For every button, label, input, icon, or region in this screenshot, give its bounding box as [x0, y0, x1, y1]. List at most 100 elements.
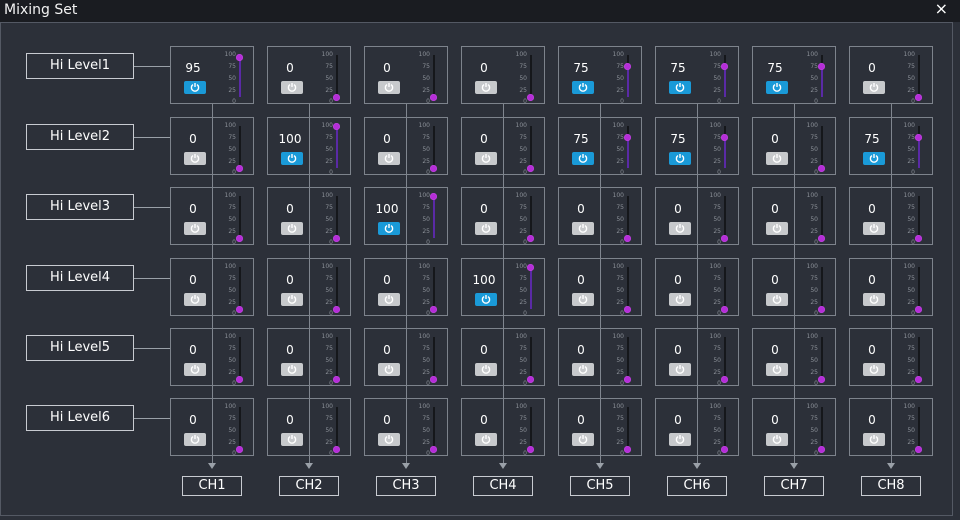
- slider-knob[interactable]: [430, 446, 437, 453]
- level-slider[interactable]: [915, 337, 922, 383]
- slider-knob[interactable]: [430, 94, 437, 101]
- power-button[interactable]: [863, 222, 885, 235]
- slider-knob[interactable]: [430, 165, 437, 172]
- slider-knob[interactable]: [527, 264, 534, 271]
- slider-knob[interactable]: [333, 235, 340, 242]
- power-button[interactable]: [281, 433, 303, 446]
- slider-knob[interactable]: [721, 306, 728, 313]
- level-slider[interactable]: [721, 267, 728, 313]
- slider-knob[interactable]: [333, 306, 340, 313]
- row-label-hi-level5[interactable]: Hi Level5: [26, 335, 134, 361]
- power-button[interactable]: [184, 152, 206, 165]
- power-button[interactable]: [766, 81, 788, 94]
- slider-knob[interactable]: [721, 133, 728, 141]
- slider-knob[interactable]: [721, 376, 728, 383]
- slider-knob[interactable]: [430, 306, 437, 313]
- power-button[interactable]: [863, 363, 885, 376]
- level-slider[interactable]: [818, 126, 825, 172]
- level-slider[interactable]: [624, 407, 631, 453]
- slider-knob[interactable]: [915, 306, 922, 313]
- level-slider[interactable]: [818, 337, 825, 383]
- power-button[interactable]: [281, 222, 303, 235]
- power-button[interactable]: [378, 433, 400, 446]
- slider-knob[interactable]: [527, 376, 534, 383]
- level-slider[interactable]: [236, 407, 243, 453]
- level-slider[interactable]: [818, 55, 825, 97]
- power-button[interactable]: [572, 152, 594, 165]
- slider-knob[interactable]: [818, 306, 825, 313]
- level-slider[interactable]: [624, 337, 631, 383]
- level-slider[interactable]: [527, 407, 534, 453]
- slider-knob[interactable]: [915, 94, 922, 101]
- row-label-hi-level4[interactable]: Hi Level4: [26, 265, 134, 291]
- slider-knob[interactable]: [915, 376, 922, 383]
- slider-knob[interactable]: [915, 133, 922, 141]
- level-slider[interactable]: [333, 123, 340, 168]
- slider-knob[interactable]: [236, 235, 243, 242]
- power-button[interactable]: [669, 152, 691, 165]
- level-slider[interactable]: [333, 196, 340, 242]
- slider-knob[interactable]: [333, 94, 340, 101]
- slider-knob[interactable]: [818, 62, 825, 70]
- level-slider[interactable]: [430, 126, 437, 172]
- slider-knob[interactable]: [915, 446, 922, 453]
- level-slider[interactable]: [430, 193, 437, 238]
- slider-knob[interactable]: [527, 165, 534, 172]
- power-button[interactable]: [572, 363, 594, 376]
- power-button[interactable]: [766, 293, 788, 306]
- slider-knob[interactable]: [624, 235, 631, 242]
- level-slider[interactable]: [624, 55, 631, 97]
- level-slider[interactable]: [430, 267, 437, 313]
- level-slider[interactable]: [236, 126, 243, 172]
- power-button[interactable]: [378, 81, 400, 94]
- power-button[interactable]: [378, 152, 400, 165]
- level-slider[interactable]: [818, 196, 825, 242]
- level-slider[interactable]: [721, 126, 728, 168]
- slider-knob[interactable]: [624, 446, 631, 453]
- level-slider[interactable]: [236, 196, 243, 242]
- level-slider[interactable]: [430, 55, 437, 101]
- power-button[interactable]: [184, 433, 206, 446]
- slider-knob[interactable]: [236, 165, 243, 172]
- power-button[interactable]: [572, 293, 594, 306]
- level-slider[interactable]: [236, 54, 243, 97]
- slider-knob[interactable]: [333, 376, 340, 383]
- power-button[interactable]: [669, 363, 691, 376]
- slider-knob[interactable]: [333, 446, 340, 453]
- power-button[interactable]: [669, 222, 691, 235]
- level-slider[interactable]: [236, 267, 243, 313]
- slider-knob[interactable]: [430, 376, 437, 383]
- slider-knob[interactable]: [236, 306, 243, 313]
- level-slider[interactable]: [333, 407, 340, 453]
- power-button[interactable]: [184, 222, 206, 235]
- power-button[interactable]: [475, 293, 497, 306]
- slider-knob[interactable]: [818, 165, 825, 172]
- power-button[interactable]: [184, 81, 206, 94]
- slider-knob[interactable]: [527, 446, 534, 453]
- level-slider[interactable]: [624, 126, 631, 168]
- power-button[interactable]: [378, 293, 400, 306]
- level-slider[interactable]: [721, 55, 728, 97]
- power-button[interactable]: [863, 293, 885, 306]
- power-button[interactable]: [184, 363, 206, 376]
- slider-knob[interactable]: [624, 306, 631, 313]
- level-slider[interactable]: [430, 407, 437, 453]
- level-slider[interactable]: [915, 196, 922, 242]
- level-slider[interactable]: [721, 407, 728, 453]
- power-button[interactable]: [572, 81, 594, 94]
- power-button[interactable]: [281, 81, 303, 94]
- slider-knob[interactable]: [236, 376, 243, 383]
- level-slider[interactable]: [915, 55, 922, 101]
- row-label-hi-level3[interactable]: Hi Level3: [26, 194, 134, 220]
- slider-knob[interactable]: [236, 446, 243, 453]
- power-button[interactable]: [475, 81, 497, 94]
- row-label-hi-level1[interactable]: Hi Level1: [26, 53, 134, 79]
- power-button[interactable]: [475, 363, 497, 376]
- row-label-hi-level2[interactable]: Hi Level2: [26, 124, 134, 150]
- level-slider[interactable]: [527, 264, 534, 309]
- level-slider[interactable]: [818, 407, 825, 453]
- row-label-hi-level6[interactable]: Hi Level6: [26, 405, 134, 431]
- level-slider[interactable]: [624, 196, 631, 242]
- level-slider[interactable]: [915, 267, 922, 313]
- slider-knob[interactable]: [818, 446, 825, 453]
